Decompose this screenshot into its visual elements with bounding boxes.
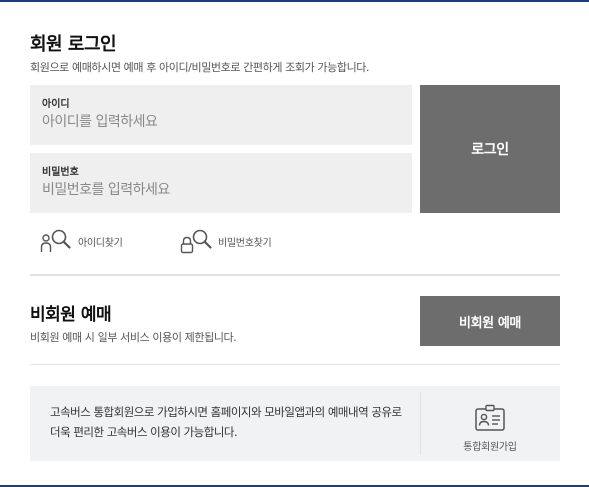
- member-login-description: 회원으로 예매하시면 예매 후 아이디/비밀번호로 간편하게 조회가 가능합니다…: [30, 61, 370, 74]
- guest-booking-title: 비회원 예매: [30, 305, 112, 325]
- top-accent-line: [0, 0, 589, 2]
- find-password-label: 비밀번호찾기: [218, 237, 272, 249]
- find-lock-icon: [180, 229, 212, 254]
- membership-promo-box: 고속버스 통합회원으로 가입하시면 홈페이지와 모바일앱과의 예매내역 공유로더…: [30, 386, 560, 461]
- id-field-label: 아이디: [42, 99, 70, 110]
- find-id-label: 아이디찾기: [78, 237, 123, 249]
- password-input[interactable]: [42, 182, 400, 198]
- section-divider: [30, 274, 560, 276]
- join-membership-link[interactable]: 통합회원가입: [420, 386, 560, 461]
- find-user-icon: [40, 229, 71, 252]
- promo-text: 고속버스 통합회원으로 가입하시면 홈페이지와 모바일앱과의 예매내역 공유로더…: [50, 405, 402, 439]
- id-field[interactable]: 아이디: [30, 85, 412, 145]
- find-id-link[interactable]: 아이디찾기: [40, 228, 123, 254]
- join-membership-label: 통합회원가입: [463, 442, 517, 453]
- password-field[interactable]: 비밀번호: [30, 153, 412, 213]
- guest-booking-description: 비회원 예매 시 일부 서비스 이용이 제한됩니다.: [30, 331, 237, 344]
- find-password-link[interactable]: 비밀번호찾기: [180, 228, 272, 254]
- member-login-title: 회원 로그인: [30, 34, 117, 55]
- id-input[interactable]: [42, 114, 400, 130]
- section-divider: [30, 364, 560, 365]
- member-card-icon: [475, 404, 505, 431]
- guest-booking-button[interactable]: 비회원 예매: [420, 296, 560, 346]
- password-field-label: 비밀번호: [42, 167, 79, 178]
- login-button[interactable]: 로그인: [420, 85, 560, 213]
